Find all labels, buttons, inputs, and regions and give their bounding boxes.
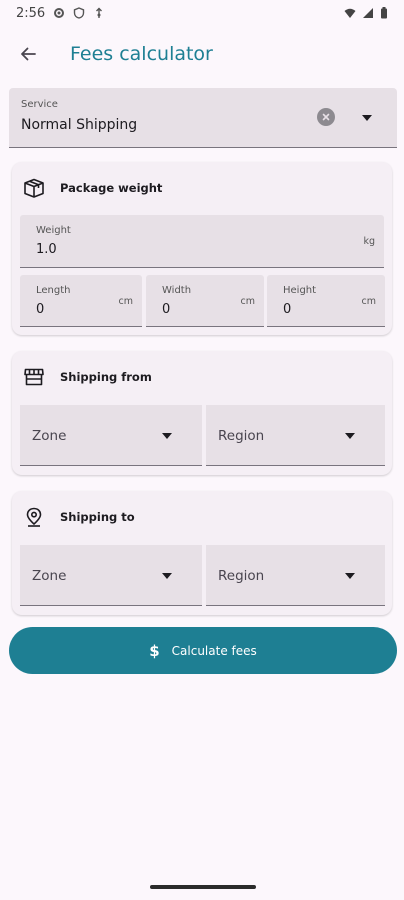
package-weight-header: Package weight bbox=[22, 176, 162, 200]
status-left: 2:56 bbox=[16, 6, 105, 21]
weight-unit: kg bbox=[363, 236, 375, 247]
status-time: 2:56 bbox=[16, 5, 46, 21]
app-bar: Fees calculator bbox=[0, 26, 404, 82]
wifi-icon bbox=[344, 8, 356, 18]
length-label: Length bbox=[36, 285, 71, 296]
caret-down-icon bbox=[345, 573, 355, 579]
region-select-value: Region bbox=[218, 568, 265, 584]
service-dropdown[interactable]: Service Normal Shipping bbox=[9, 88, 397, 148]
battery-icon bbox=[381, 7, 387, 19]
clear-service-button[interactable] bbox=[317, 108, 335, 126]
height-label: Height bbox=[283, 285, 317, 296]
weight-field[interactable]: Weight 1.0 kg bbox=[20, 215, 384, 268]
weight-value: 1.0 bbox=[36, 242, 57, 257]
home-indicator[interactable] bbox=[150, 885, 256, 889]
shipping-from-title: Shipping from bbox=[60, 370, 152, 384]
location-pin-icon bbox=[22, 505, 46, 529]
caret-down-icon bbox=[362, 115, 372, 121]
width-label: Width bbox=[162, 285, 192, 296]
shipping-from-zone-select[interactable]: Zone bbox=[20, 405, 202, 466]
shipping-from-header: Shipping from bbox=[22, 365, 152, 389]
width-field[interactable]: Width 0 cm bbox=[146, 275, 264, 327]
service-value: Normal Shipping bbox=[21, 117, 138, 133]
length-field[interactable]: Length 0 cm bbox=[20, 275, 142, 327]
shipping-to-header: Shipping to bbox=[22, 505, 135, 529]
region-select-value: Region bbox=[218, 428, 265, 444]
caret-down-icon bbox=[162, 433, 172, 439]
height-field[interactable]: Height 0 cm bbox=[267, 275, 385, 327]
weight-label: Weight bbox=[36, 225, 71, 236]
shipping-from-card: Shipping from Zone Region bbox=[12, 351, 392, 475]
zone-select-value: Zone bbox=[32, 568, 67, 584]
shipping-to-title: Shipping to bbox=[60, 510, 135, 524]
dollar-icon: $ bbox=[149, 641, 160, 660]
shipping-from-region-select[interactable]: Region bbox=[206, 405, 385, 466]
arrow-left-icon bbox=[21, 47, 36, 61]
shipping-to-region-select[interactable]: Region bbox=[206, 545, 385, 606]
zone-select-value: Zone bbox=[32, 428, 67, 444]
caret-down-icon bbox=[345, 433, 355, 439]
package-weight-title: Package weight bbox=[60, 181, 163, 195]
length-value: 0 bbox=[36, 302, 45, 317]
height-unit: cm bbox=[361, 296, 376, 307]
shield-icon bbox=[74, 7, 85, 19]
calculate-fees-label: Calculate fees bbox=[171, 643, 257, 658]
storefront-icon bbox=[22, 365, 46, 389]
shipping-to-zone-select[interactable]: Zone bbox=[20, 545, 202, 606]
package-icon bbox=[22, 176, 46, 200]
service-label: Service bbox=[21, 99, 58, 110]
width-unit: cm bbox=[240, 296, 255, 307]
vpn-key-icon bbox=[96, 7, 103, 18]
length-unit: cm bbox=[118, 296, 133, 307]
calculate-fees-button[interactable]: $ Calculate fees bbox=[9, 627, 397, 674]
height-value: 0 bbox=[283, 302, 292, 317]
status-right bbox=[344, 7, 388, 19]
page-title: Fees calculator bbox=[70, 43, 213, 65]
package-weight-card: Package weight Weight 1.0 kg Length 0 cm… bbox=[12, 162, 392, 335]
status-bar: 2:56 bbox=[0, 0, 404, 26]
service-dropdown-toggle[interactable] bbox=[359, 110, 375, 126]
close-icon bbox=[322, 113, 330, 121]
width-value: 0 bbox=[162, 302, 171, 317]
signal-icon bbox=[363, 8, 373, 18]
shipping-to-card: Shipping to Zone Region bbox=[12, 491, 392, 615]
settings-icon bbox=[54, 8, 65, 18]
back-button[interactable] bbox=[8, 34, 48, 74]
caret-down-icon bbox=[162, 573, 172, 579]
